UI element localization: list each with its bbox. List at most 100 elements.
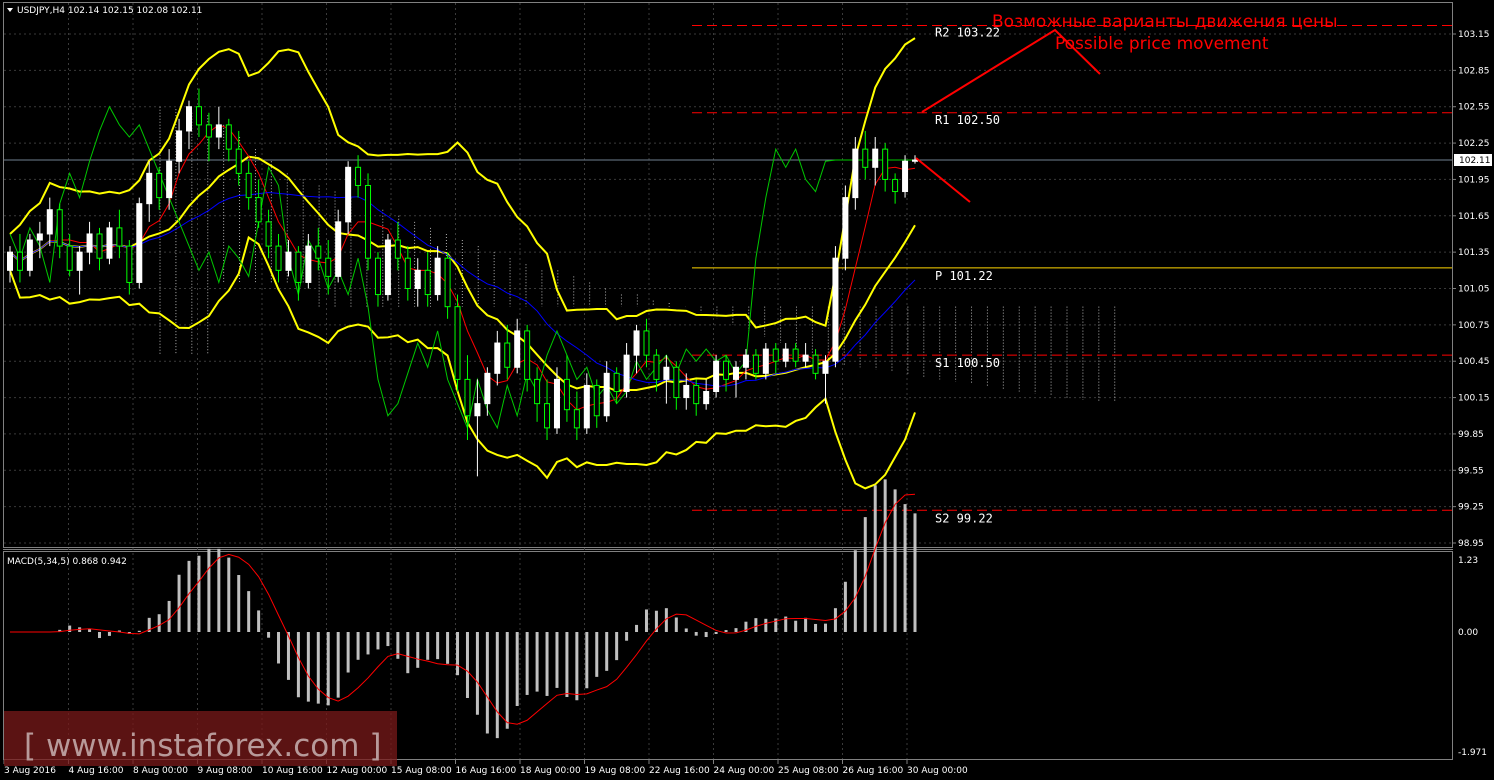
candle-body [205,124,212,138]
grid [4,3,1452,759]
x-tick-label: 19 Aug 08:00 [585,766,646,776]
level-label-s1: S1 100.50 [935,356,1000,370]
candle-body [225,124,232,150]
watermark: [ www.instaforex.com ] [24,728,381,764]
macd-signal-line [10,493,916,725]
candle-body [464,378,471,417]
candle-body [822,360,829,374]
candle-body [693,384,700,405]
candle-body [534,378,541,405]
y-tick-label: 102.85 [1458,66,1490,76]
candle-body [732,366,739,380]
candle-body [215,124,222,138]
candle-body [36,233,43,241]
candle-body [394,239,401,259]
y-tick-label: 101.95 [1458,175,1490,185]
x-tick-label: 22 Aug 16:00 [649,766,710,776]
y-tick-label: 98.95 [1458,539,1484,549]
candle-body [335,221,342,277]
candle-body [454,306,461,380]
candle-body [116,227,123,247]
level-label-s2: S2 99.22 [935,511,993,525]
candle-body [563,378,570,411]
candle-body [673,366,680,399]
candle-body [374,257,381,296]
x-tick-label: 9 Aug 08:00 [198,766,253,776]
x-tick-label: 4 Aug 16:00 [69,766,124,776]
annotation-en: Possible price movement [1055,34,1269,54]
candle-body [703,391,710,405]
candle-body [146,172,153,205]
candle-body [852,148,859,199]
candle-body [772,348,779,362]
candle-body [7,251,13,271]
candle-body [832,257,839,362]
candle-body [862,148,869,168]
y-tick-label: 102.55 [1458,103,1490,113]
candle-body [912,159,918,162]
candle-body [66,245,73,271]
candle-body [166,160,173,199]
candle-body [752,354,759,374]
x-tick-label: 15 Aug 08:00 [391,766,452,776]
candle-body [404,257,411,290]
candle-body [802,354,809,362]
downward-arrow [915,157,971,203]
x-tick-label: 12 Aug 00:00 [327,766,388,776]
x-tick-label: 30 Aug 00:00 [907,766,968,776]
candle-body [315,245,322,259]
candle-body [504,342,511,368]
x-tick-label: 16 Aug 16:00 [456,766,517,776]
candle-body [484,372,491,405]
candle-body [255,197,262,223]
candle-body [126,245,133,283]
level-label-r2: R2 103.22 [935,26,1000,40]
candle-body [842,197,849,259]
candle-body [683,384,690,399]
annotation-ru: Возможные варианты движения цены [992,12,1338,32]
candle-body [355,166,362,186]
current-price-tag: 102.11 [1459,156,1491,166]
y-tick-label: 99.85 [1458,430,1484,440]
candle-body [653,354,660,380]
candle-body [742,354,749,368]
candle-body [245,172,252,199]
candle-body [384,239,391,296]
candle-body [156,172,163,199]
y-tick-label: 103.15 [1458,30,1490,40]
candle-body [325,257,332,277]
candle-body [474,403,481,417]
macd-tick-label: 1.23 [1458,556,1478,566]
symbol-header: USDJPY,H4 102.14 102.15 102.08 102.11 [17,6,202,16]
candle-body [106,227,113,259]
indicator-lines [9,37,916,490]
macd-histogram [58,479,917,739]
candle-body [424,269,431,296]
candle-body [643,330,650,356]
candle-body [524,330,531,380]
y-tick-label: 101.65 [1458,212,1490,222]
candle-body [603,372,610,417]
x-tick-label: 26 Aug 16:00 [843,766,904,776]
candle-body [86,233,93,253]
candle-body [285,251,292,271]
level-label-r1: R1 102.50 [935,113,1000,127]
symbol-marker-icon [7,8,13,12]
macd-tick-label: 0.00 [1458,628,1478,638]
candle-body [514,330,521,368]
candle-body [713,360,720,393]
candle-body [46,209,53,235]
candle-body [544,403,551,429]
y-tick-label: 100.15 [1458,394,1490,404]
candle-body [663,366,670,380]
candle-body [782,348,789,362]
macd-label: MACD(5,34,5) 0.868 0.942 [7,557,127,567]
candle-body [186,106,193,132]
x-tick-label: 8 Aug 00:00 [133,766,188,776]
candle-body [235,148,242,174]
upper-band [9,37,916,329]
candle-body [812,354,819,374]
kijun-line [9,191,916,387]
candle-body [892,178,899,193]
macd-tick-label: -1.971 [1458,748,1487,758]
